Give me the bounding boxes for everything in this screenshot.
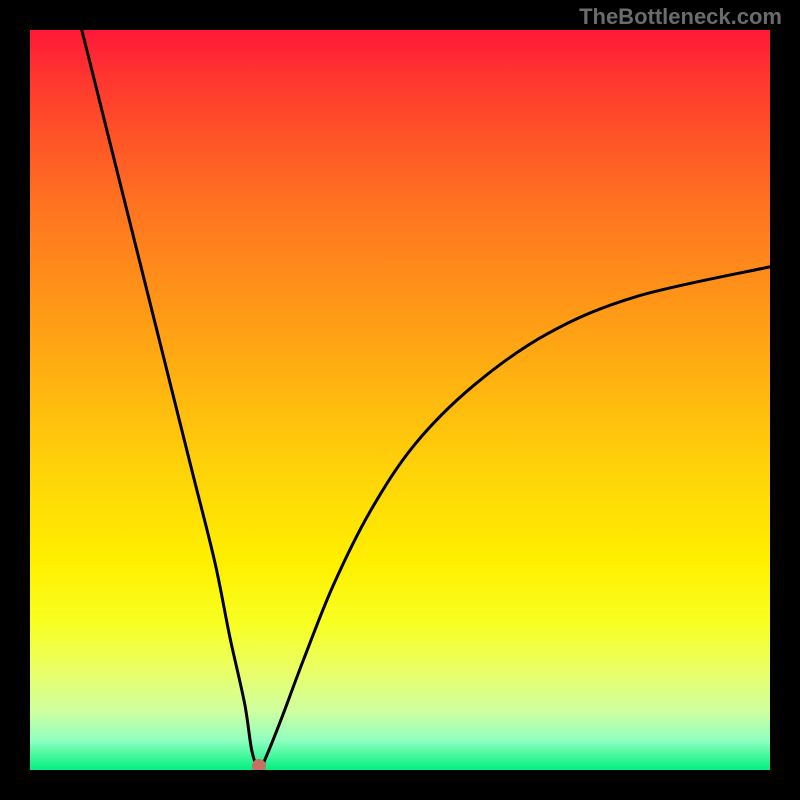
chart-container: TheBottleneck.com: [0, 0, 800, 800]
plot-area: [30, 30, 770, 770]
curve-svg: [30, 30, 770, 770]
watermark-text: TheBottleneck.com: [579, 4, 782, 30]
minimum-marker: [252, 759, 266, 770]
bottleneck-curve-line: [82, 30, 770, 769]
